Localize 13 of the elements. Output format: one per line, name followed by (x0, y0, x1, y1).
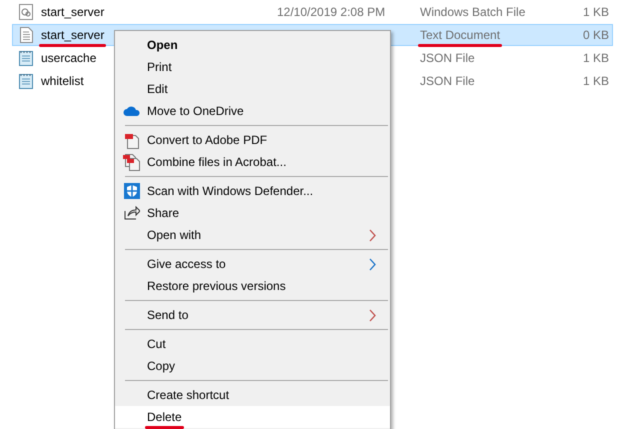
file-name: start_server (41, 28, 104, 42)
file-type: Text Document (420, 28, 500, 42)
file-name: start_server (41, 5, 104, 19)
file-size: 0 KB (582, 28, 610, 42)
file-type: JSON File (420, 51, 475, 65)
file-size: 1 KB (582, 51, 610, 65)
file-name: usercache (41, 51, 96, 65)
file-date: 12/10/2019 2:08 PM (277, 5, 386, 19)
file-type: JSON File (420, 74, 475, 88)
file-name: whitelist (41, 74, 84, 88)
file-type: Windows Batch File (420, 5, 526, 19)
file-size: 1 KB (582, 5, 610, 19)
file-size: 1 KB (582, 74, 610, 88)
